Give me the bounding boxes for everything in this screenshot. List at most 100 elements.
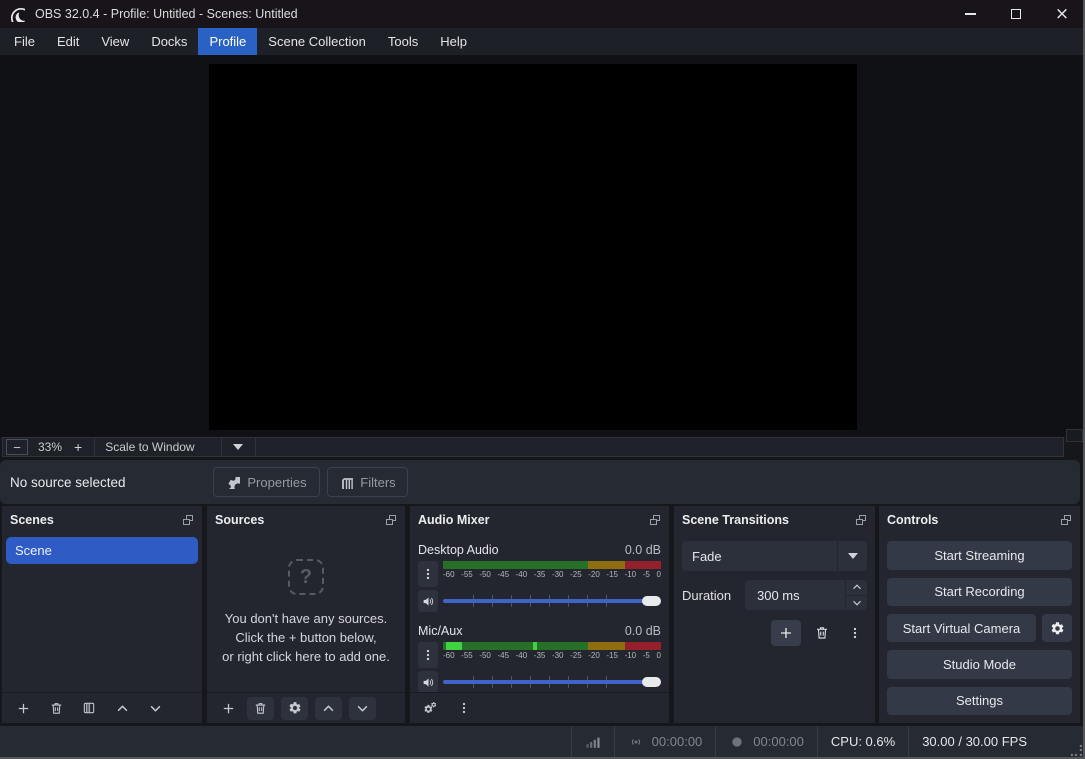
meter-tick-label: -15: [606, 651, 618, 660]
trash-icon: [255, 702, 266, 714]
source-properties-button[interactable]: [281, 696, 308, 720]
audio-mixer-toolbar: [410, 692, 669, 723]
cpu-usage: CPU: 0.6%: [818, 726, 908, 757]
sources-toolbar: [207, 692, 405, 723]
speaker-icon: [422, 677, 433, 687]
start-streaming-button[interactable]: Start Streaming: [887, 541, 1072, 570]
source-move-up-button[interactable]: [315, 696, 342, 720]
meter-tick-label: -50: [479, 570, 491, 579]
fps-indicator: 30.00 / 30.00 FPS: [909, 726, 1040, 757]
menu-view[interactable]: View: [90, 28, 140, 55]
meter-scale: -60 -55 -50 -45 -40 -35 -30 -25 -20 -15 -10 -5 0: [443, 651, 661, 661]
transition-select[interactable]: Fade: [682, 541, 867, 571]
volume-slider[interactable]: [443, 590, 661, 612]
plus-icon: [222, 702, 234, 714]
slider-track: [443, 680, 659, 684]
scale-mode-dropdown[interactable]: [222, 437, 256, 457]
close-button[interactable]: ×: [1039, 0, 1085, 28]
scene-move-down-button[interactable]: [143, 696, 167, 720]
meter-tick-label: -50: [479, 651, 491, 660]
mixer-menu-button[interactable]: [452, 696, 476, 720]
slider-handle[interactable]: [642, 677, 661, 687]
menu-docks[interactable]: Docks: [140, 28, 198, 55]
volume-meter: [443, 561, 661, 569]
settings-button[interactable]: Settings: [887, 686, 1072, 715]
stream-time: 00:00:00: [651, 734, 703, 749]
select-arrow: [837, 541, 867, 571]
start-virtual-camera-button[interactable]: Start Virtual Camera: [887, 614, 1036, 642]
mixer-channel-mic-aux: Mic/Aux 0.0 dB -60 -55 -50 -45 -40 -35 -30 -25-…: [418, 621, 661, 692]
meter-peak-marker: [533, 642, 537, 650]
channel-menu-button[interactable]: [418, 642, 438, 668]
virtual-camera-config-button[interactable]: [1042, 614, 1072, 642]
sources-empty-state[interactable]: ? You don't have any sources. Click the …: [207, 533, 405, 692]
advanced-audio-button[interactable]: [419, 696, 443, 720]
gear-icon: [228, 476, 241, 489]
volume-slider[interactable]: [443, 671, 661, 692]
channel-name: Desktop Audio: [418, 542, 499, 557]
kebab-icon: [426, 568, 430, 580]
empty-text-line: Click the + button below,: [235, 630, 377, 645]
menu-scene-collection[interactable]: Scene Collection: [257, 28, 377, 55]
transition-menu-button[interactable]: [843, 620, 867, 646]
obs-logo-icon: [10, 7, 25, 22]
source-move-down-button[interactable]: [349, 696, 376, 720]
zoom-level: 33%: [38, 440, 63, 454]
popout-icon[interactable]: [385, 514, 397, 526]
menu-edit[interactable]: Edit: [46, 28, 90, 55]
status-bar: 00:00:00 00:00:00 CPU: 0.6% 30.00 / 30.0…: [0, 726, 1085, 757]
remove-source-button[interactable]: [247, 696, 274, 720]
meter-tick-label: -30: [551, 651, 564, 660]
meter-tick-label: -5: [642, 570, 650, 579]
duration-spinbox[interactable]: 300 ms: [745, 580, 867, 610]
duration-increase-button[interactable]: [846, 580, 867, 596]
duration-decrease-button[interactable]: [846, 596, 867, 611]
slider-handle[interactable]: [642, 596, 661, 606]
menu-help[interactable]: Help: [429, 28, 478, 55]
menu-tools[interactable]: Tools: [377, 28, 429, 55]
trash-icon: [816, 627, 828, 639]
meter-tick-label: -35: [533, 651, 546, 660]
channel-menu-button[interactable]: [418, 561, 438, 587]
mute-button[interactable]: [418, 590, 438, 612]
menu-profile[interactable]: Profile: [198, 28, 258, 55]
popout-icon[interactable]: [649, 514, 661, 526]
add-scene-button[interactable]: [11, 696, 35, 720]
menu-file[interactable]: File: [3, 28, 46, 55]
minimize-button[interactable]: [947, 0, 993, 28]
resize-grip[interactable]: [1071, 745, 1082, 756]
preview-scale-bar: − 33% + Scale to Window: [0, 437, 1085, 459]
start-recording-button[interactable]: Start Recording: [887, 577, 1072, 606]
empty-text-line: You don't have any sources.: [224, 611, 388, 626]
volume-meter: [443, 642, 661, 650]
popout-icon[interactable]: [1060, 514, 1072, 526]
add-transition-button[interactable]: [771, 620, 801, 646]
chevron-up-icon: [116, 705, 128, 711]
trash-icon: [50, 702, 62, 714]
meter-tick-label: 0: [656, 570, 661, 579]
filters-button[interactable]: Filters: [327, 467, 408, 497]
mute-button[interactable]: [418, 671, 438, 692]
studio-mode-button[interactable]: Studio Mode: [887, 650, 1072, 679]
remove-scene-button[interactable]: [44, 696, 68, 720]
meter-peak-segment: [446, 642, 462, 650]
zoom-in-button[interactable]: +: [74, 439, 82, 455]
channel-db-value: 0.0 dB: [624, 623, 661, 638]
controls-panel: Controls Start Streaming Start Recording…: [879, 506, 1080, 723]
remove-transition-button[interactable]: [810, 620, 834, 646]
properties-button[interactable]: Properties: [213, 467, 320, 497]
popout-icon[interactable]: [855, 514, 867, 526]
add-source-button[interactable]: [216, 696, 240, 720]
scene-move-up-button[interactable]: [110, 696, 134, 720]
preview-canvas[interactable]: [209, 64, 857, 430]
kebab-icon: [462, 702, 466, 714]
zoom-out-button[interactable]: −: [6, 439, 28, 455]
scene-list-item[interactable]: Scene: [6, 537, 198, 564]
sources-title: Sources: [215, 512, 265, 527]
scene-transitions-title: Scene Transitions: [682, 512, 789, 527]
scene-filters-button[interactable]: [77, 696, 101, 720]
meter-tick-label: -45: [497, 570, 510, 579]
transition-selected-value: Fade: [692, 548, 722, 564]
popout-icon[interactable]: [182, 514, 194, 526]
maximize-button[interactable]: [993, 0, 1039, 28]
